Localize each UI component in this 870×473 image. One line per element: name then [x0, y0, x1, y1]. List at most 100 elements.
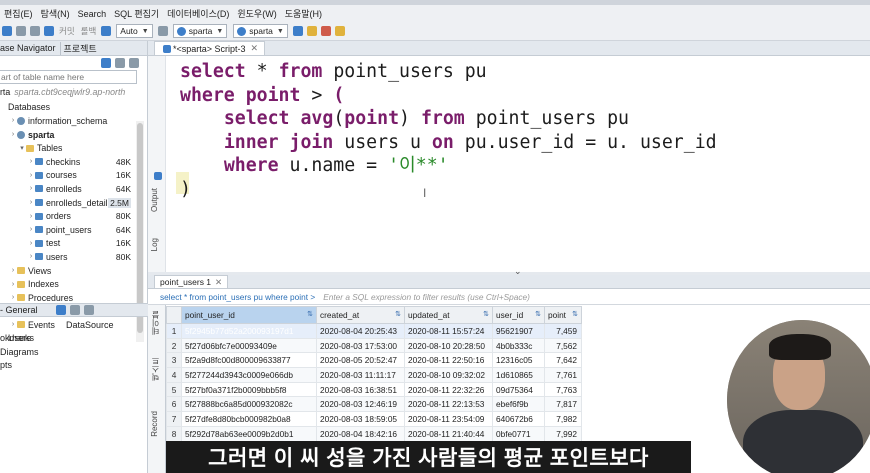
table-cell[interactable]: 2020-08-11 23:54:09: [404, 411, 493, 427]
table-row[interactable]: 7 5f27dfe8d80bcb000982b0a8 2020-08-03 18:5…: [166, 411, 582, 427]
table-cell[interactable]: 5f2a9d8fc00d800009633877: [181, 352, 317, 369]
table-cell[interactable]: 7,562: [544, 337, 582, 354]
table-cell[interactable]: 2020-08-11 21:40:44: [404, 425, 493, 442]
row-number[interactable]: 6: [166, 396, 182, 413]
code-line[interactable]: select * from point_users pu: [180, 60, 717, 84]
chevron-right-icon[interactable]: ›: [9, 267, 17, 274]
table-cell[interactable]: 2020-08-03 12:46:19: [316, 396, 405, 413]
table-cell[interactable]: 95621907: [492, 323, 545, 339]
sort-icon[interactable]: ⇅: [572, 310, 578, 318]
panel-tool-icon[interactable]: [83, 305, 94, 315]
table-cell[interactable]: 5f27d06bfc7e00093409e: [181, 337, 317, 354]
chevron-right-icon[interactable]: ›: [9, 131, 17, 138]
row-number[interactable]: 2: [166, 337, 182, 354]
table-cell[interactable]: 2020-08-03 17:53:00: [316, 337, 405, 354]
row-number[interactable]: 1: [166, 323, 182, 339]
panel-tool-icon[interactable]: [55, 305, 66, 315]
menu-item[interactable]: 데이터베이스(D): [163, 7, 233, 20]
sort-icon[interactable]: ⇅: [307, 310, 313, 318]
table-cell[interactable]: 7,763: [544, 381, 582, 398]
record-view-tab[interactable]: Record: [150, 411, 164, 437]
tree-item-orders[interactable]: › orders 80K: [0, 209, 147, 223]
table-cell[interactable]: 5f27888bc6a85d000932082c: [181, 396, 317, 413]
table-cell[interactable]: 2020-08-11 22:13:53: [404, 396, 493, 413]
table-cell[interactable]: 7,642: [544, 352, 582, 369]
sql-editor[interactable]: select * from point_users pu where point …: [168, 56, 870, 272]
column-header-updated-at[interactable]: updated_at ⇅: [404, 306, 493, 324]
chevron-right-icon[interactable]: ›: [27, 213, 35, 220]
column-header-created-at[interactable]: created_at ⇅: [316, 306, 405, 324]
filter-input[interactable]: Enter a SQL expression to filter results…: [323, 292, 530, 302]
table-cell[interactable]: 7,992: [544, 425, 582, 442]
explain-icon[interactable]: [320, 26, 331, 36]
menu-item[interactable]: Search: [74, 9, 111, 19]
history-icon[interactable]: [334, 26, 345, 36]
table-cell[interactable]: 2020-08-03 18:59:05: [316, 411, 405, 427]
table-cell[interactable]: 2020-08-10 20:28:50: [404, 337, 493, 354]
output-side-tab[interactable]: Output: [150, 188, 164, 212]
chevron-right-icon[interactable]: ›: [27, 158, 35, 165]
table-cell[interactable]: 4b0b333c: [492, 337, 545, 354]
table-cell[interactable]: 5f27dfe8d80bcb000982b0a8: [181, 411, 317, 427]
chevron-right-icon[interactable]: ›: [9, 294, 17, 301]
link-editor-icon[interactable]: [115, 57, 125, 68]
rollback-button[interactable]: 롤백: [78, 25, 100, 37]
menu-item[interactable]: 편집(E): [0, 7, 37, 20]
table-cell[interactable]: 12316c05: [492, 352, 545, 369]
commit-button[interactable]: 커밋: [56, 25, 78, 37]
code-line[interactable]: inner join users u on pu.user_id = u. us…: [180, 131, 717, 155]
tree-item-courses[interactable]: › courses 16K: [0, 169, 147, 183]
sql-editor-icon[interactable]: [2, 26, 12, 36]
table-cell[interactable]: 640672b6: [492, 411, 545, 427]
table-cell[interactable]: 2020-08-10 09:32:02: [404, 367, 493, 383]
scroll-thumb[interactable]: [137, 123, 143, 333]
column-header-point-user-id[interactable]: point_user_id ⇅: [181, 306, 317, 324]
refresh-icon[interactable]: [157, 26, 168, 36]
menu-item[interactable]: SQL 편집기: [110, 7, 163, 20]
sort-icon[interactable]: ⇅: [535, 310, 541, 318]
table-row[interactable]: 3 5f2a9d8fc00d800009633877 2020-08-05 20:5…: [166, 352, 582, 369]
transaction-mode-icon[interactable]: [101, 26, 112, 36]
table-cell[interactable]: 5f2945b77d52a200093197d1: [181, 323, 317, 339]
table-cell[interactable]: 7,982: [544, 411, 582, 427]
close-icon[interactable]: ✕: [215, 277, 222, 288]
panel-tool-icon[interactable]: [69, 305, 80, 315]
chevron-right-icon[interactable]: ›: [27, 185, 35, 192]
chevron-right-icon[interactable]: ›: [27, 199, 35, 206]
table-cell[interactable]: 5f292d78ab63ee0009b2d0b1: [181, 425, 317, 442]
table-cell[interactable]: 09d75364: [492, 381, 545, 398]
sort-icon[interactable]: ⇅: [395, 310, 401, 318]
table-row[interactable]: 8 5f292d78ab63ee0009b2d0b1 2020-08-04 18:4…: [166, 425, 582, 442]
diagrams-item[interactable]: Diagrams: [0, 345, 148, 359]
tab-results[interactable]: point_users 1 ✕: [154, 275, 229, 288]
text-view-tab[interactable]: 텍스트: [150, 357, 164, 381]
table-cell[interactable]: 2020-08-11 22:32:26: [404, 381, 493, 398]
row-number-header[interactable]: [166, 306, 182, 324]
table-row[interactable]: 2 5f27d06bfc7e00093409e 2020-08-03 17:53:0…: [166, 337, 582, 354]
table-cell[interactable]: 5f27bf0a371f2b0009bbb5f8: [181, 381, 317, 398]
table-cell[interactable]: 7,459: [544, 323, 582, 339]
connection-selector[interactable]: sparta ▼: [172, 24, 228, 38]
chevron-right-icon[interactable]: ›: [27, 226, 35, 233]
tree-item-indexes[interactable]: › Indexes: [0, 277, 147, 291]
table-row[interactable]: 5 5f27bf0a371f2b0009bbb5f8 2020-08-03 16:3…: [166, 381, 582, 398]
row-number[interactable]: 4: [166, 367, 182, 383]
project-tab[interactable]: 프로젝트: [59, 41, 97, 55]
bookmarks-item[interactable]: okmarks: [0, 332, 148, 346]
grid-view-tab[interactable]: 테이블: [150, 311, 164, 335]
chevron-right-icon[interactable]: ›: [9, 117, 17, 124]
new-connection-icon[interactable]: [16, 26, 26, 36]
save-icon[interactable]: [30, 26, 40, 36]
table-cell[interactable]: 0bfe0771: [492, 425, 545, 442]
auto-commit-combo[interactable]: Auto ▼: [116, 24, 153, 38]
run-script-icon[interactable]: [306, 26, 317, 36]
code-line[interactable]: select avg(point) from point_users pu: [180, 107, 717, 131]
tree-item-databases[interactable]: Databases: [0, 101, 147, 115]
table-cell[interactable]: 2020-08-04 18:42:16: [316, 425, 405, 442]
tree-item-information-schema[interactable]: › information_schema: [0, 114, 147, 128]
tree-item-views[interactable]: › Views: [0, 264, 147, 278]
connection-node[interactable]: rta sparta.cbt9ceqjwlr9.ap-north: [0, 85, 147, 99]
row-number[interactable]: 7: [166, 411, 182, 427]
collapse-all-icon[interactable]: [101, 57, 111, 68]
tree-item-test[interactable]: › test 16K: [0, 237, 147, 251]
